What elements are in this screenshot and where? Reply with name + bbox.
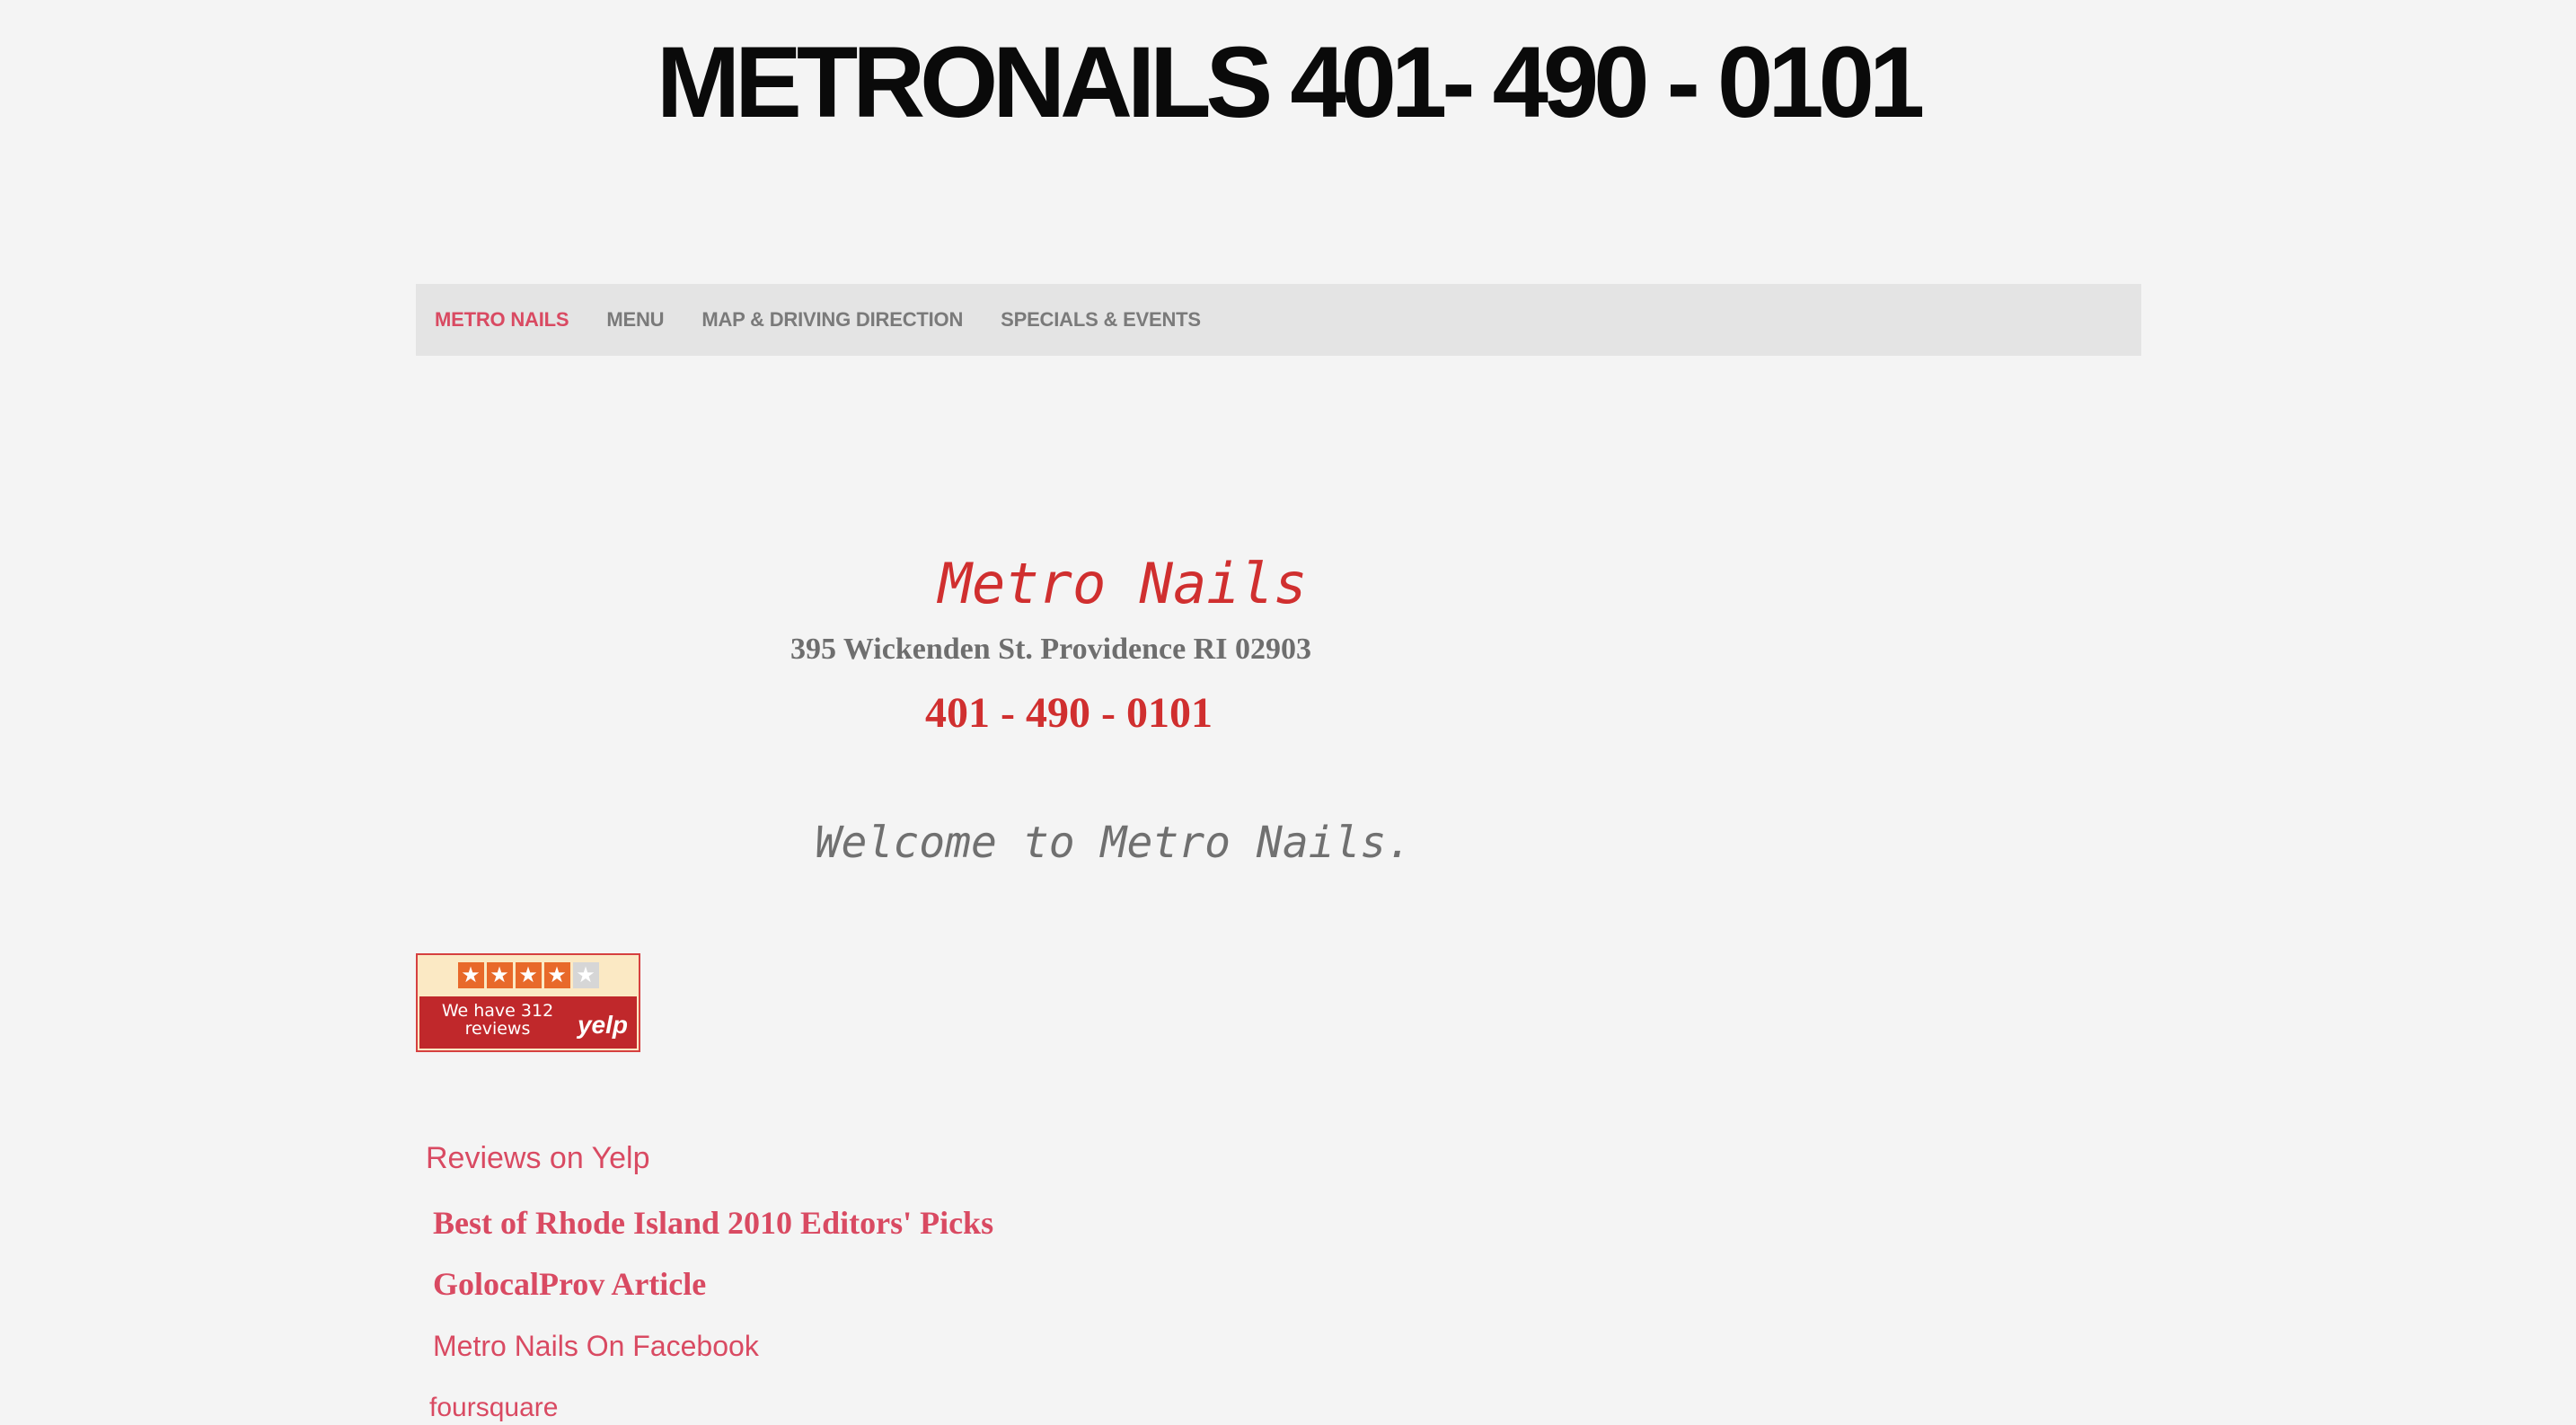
reviews-on-yelp-link[interactable]: Reviews on Yelp	[426, 1141, 650, 1176]
star-icon: ★	[515, 962, 542, 988]
nav-item-metro-nails[interactable]: METRO NAILS	[416, 308, 587, 332]
nav-item-specials-events[interactable]: SPECIALS & EVENTS	[982, 308, 1220, 332]
facebook-link[interactable]: Metro Nails On Facebook	[433, 1330, 759, 1363]
nav-item-map-driving-direction[interactable]: MAP & DRIVING DIRECTION	[683, 308, 982, 332]
nav-item-menu[interactable]: MENU	[587, 308, 683, 332]
yelp-star-rating: ★ ★ ★ ★ ★	[418, 962, 639, 989]
foursquare-link[interactable]: foursquare	[429, 1393, 558, 1423]
welcome-message: Welcome to Metro Nails.	[815, 818, 1413, 868]
business-name: Metro Nails	[938, 551, 1308, 616]
best-of-ri-link[interactable]: Best of Rhode Island 2010 Editors' Picks	[433, 1204, 993, 1242]
yelp-review-count-line1: We have 312	[441, 1001, 554, 1021]
star-empty-icon: ★	[572, 962, 599, 988]
yelp-badge-footer: We have 312 reviews yelp	[419, 996, 637, 1049]
main-nav: METRO NAILS MENU MAP & DRIVING DIRECTION…	[416, 284, 2141, 356]
star-icon: ★	[457, 962, 484, 988]
star-icon: ★	[543, 962, 570, 988]
yelp-logo-icon: yelp	[577, 1011, 628, 1039]
site-title: METRONAILS 401- 490 - 0101	[656, 26, 1925, 138]
business-phone: 401 - 490 - 0101	[925, 689, 1213, 737]
yelp-review-count: We have 312 reviews	[430, 1002, 565, 1038]
yelp-review-badge[interactable]: ★ ★ ★ ★ ★ We have 312 reviews yelp	[416, 953, 640, 1052]
business-address: 395 Wickenden St. Providence RI 02903	[790, 633, 1311, 666]
golocalprov-article-link[interactable]: GolocalProv Article	[433, 1265, 706, 1303]
star-icon: ★	[486, 962, 513, 988]
yelp-review-count-line2: reviews	[464, 1019, 531, 1039]
